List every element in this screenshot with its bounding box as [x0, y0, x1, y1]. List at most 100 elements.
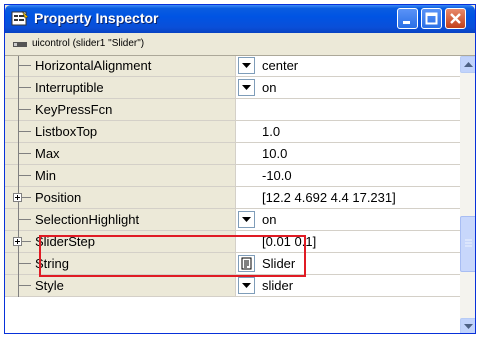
chevron-down-icon [464, 324, 473, 329]
property-name: SliderStep [35, 234, 95, 249]
property-value: 1.0 [262, 124, 281, 139]
property-value-cell[interactable]: center [236, 56, 460, 76]
tree-connector [18, 175, 31, 176]
title-bar[interactable]: Property Inspector [5, 5, 475, 33]
object-bar: uicontrol (slider1 "Slider") [5, 33, 475, 56]
property-name-cell: Style [5, 275, 236, 297]
property-name-cell: String [5, 253, 236, 275]
chevron-down-icon [242, 217, 251, 222]
tree-line [18, 209, 19, 231]
maximize-icon [425, 12, 438, 25]
property-row[interactable]: Min -10.0 [5, 165, 460, 187]
property-value: Slider [262, 256, 296, 271]
tree-line [18, 253, 19, 275]
property-value: center [262, 58, 299, 73]
chevron-up-icon [464, 62, 473, 67]
close-icon [450, 13, 461, 24]
property-value: -10.0 [262, 168, 292, 183]
scroll-up-button[interactable] [460, 56, 475, 73]
property-name-cell: Position [5, 187, 236, 209]
property-row[interactable]: Max 10.0 [5, 143, 460, 165]
expand-icon[interactable] [13, 193, 22, 202]
property-value-cell[interactable]: -10.0 [236, 165, 460, 186]
tree-connector [18, 65, 31, 66]
property-value: [0.01 0.1] [262, 234, 317, 249]
property-row[interactable]: ListboxTop 1.0 [5, 121, 460, 143]
property-grid: HorizontalAlignment center Interruptible… [5, 56, 460, 333]
property-name-cell: SelectionHighlight [5, 209, 236, 231]
property-row[interactable]: Style slider [5, 275, 460, 297]
property-value-cell[interactable]: [12.2 4.692 4.4 17.231] [236, 187, 460, 208]
property-value-cell[interactable]: Slider [236, 253, 460, 274]
window-title: Property Inspector [34, 10, 159, 26]
tree-line [18, 143, 19, 165]
property-name-cell: Min [5, 165, 236, 187]
tree-connector [18, 87, 31, 88]
grip-icon [465, 239, 472, 247]
tree-connector [18, 219, 31, 220]
property-name-cell: KeyPressFcn [5, 99, 236, 121]
property-name: Interruptible [35, 80, 104, 95]
tree-connector [18, 153, 31, 154]
vertical-scrollbar[interactable] [460, 56, 475, 333]
property-name: ListboxTop [35, 124, 98, 139]
chevron-down-icon [242, 63, 251, 68]
dropdown-button[interactable] [238, 211, 255, 228]
property-value: on [262, 80, 277, 95]
maximize-button[interactable] [421, 8, 442, 29]
tree-line [18, 275, 19, 297]
property-row[interactable]: Position [12.2 4.692 4.4 17.231] [5, 187, 460, 209]
dropdown-button[interactable] [238, 277, 255, 294]
property-name: SelectionHighlight [35, 212, 140, 227]
property-value-cell[interactable] [236, 99, 460, 120]
scroll-down-button[interactable] [460, 318, 475, 333]
property-value-cell[interactable]: 10.0 [236, 143, 460, 164]
chevron-down-icon [242, 283, 251, 288]
property-name-cell: Interruptible [5, 77, 236, 99]
close-button[interactable] [445, 8, 466, 29]
tree-line [18, 121, 19, 143]
property-name-cell: HorizontalAlignment [5, 56, 236, 77]
property-value: [12.2 4.692 4.4 17.231] [262, 190, 396, 205]
property-row[interactable]: Interruptible on [5, 77, 460, 99]
tree-line [18, 165, 19, 187]
dropdown-button[interactable] [238, 79, 255, 96]
property-name: Min [35, 168, 56, 183]
property-inspector-icon [11, 10, 29, 26]
property-row[interactable]: SelectionHighlight on [5, 209, 460, 231]
property-value: 10.0 [262, 146, 288, 161]
property-row[interactable]: String Slider [5, 253, 460, 275]
property-value-cell[interactable]: slider [236, 275, 460, 296]
property-name: HorizontalAlignment [35, 58, 152, 73]
property-row[interactable]: HorizontalAlignment center [5, 56, 460, 77]
property-value: slider [262, 278, 294, 293]
property-name: String [35, 256, 69, 271]
uicontrol-icon [13, 42, 27, 47]
tree-connector [18, 263, 31, 264]
tree-line [18, 99, 19, 121]
minimize-icon [403, 21, 410, 24]
property-name: Style [35, 278, 64, 293]
expand-icon[interactable] [13, 237, 22, 246]
property-value-cell[interactable]: on [236, 77, 460, 98]
property-row[interactable]: KeyPressFcn [5, 99, 460, 121]
tree-connector [18, 109, 31, 110]
property-name-cell: SliderStep [5, 231, 236, 253]
property-inspector-window: Property Inspector uicontrol (slider1 "S… [4, 4, 476, 334]
object-label: uicontrol (slider1 "Slider") [32, 38, 145, 49]
tree-connector [18, 285, 31, 286]
property-value: on [262, 212, 277, 227]
property-value-cell[interactable]: 1.0 [236, 121, 460, 142]
property-name: KeyPressFcn [35, 102, 113, 117]
property-name-cell: Max [5, 143, 236, 165]
scroll-thumb[interactable] [460, 216, 475, 272]
document-icon [241, 257, 252, 270]
dropdown-button[interactable] [238, 57, 255, 74]
property-value-cell[interactable]: [0.01 0.1] [236, 231, 460, 252]
tree-line [18, 77, 19, 99]
property-value-cell[interactable]: on [236, 209, 460, 230]
minimize-button[interactable] [397, 8, 418, 29]
property-row[interactable]: SliderStep [0.01 0.1] [5, 231, 460, 253]
property-name: Max [35, 146, 60, 161]
text-editor-button[interactable] [238, 255, 255, 272]
